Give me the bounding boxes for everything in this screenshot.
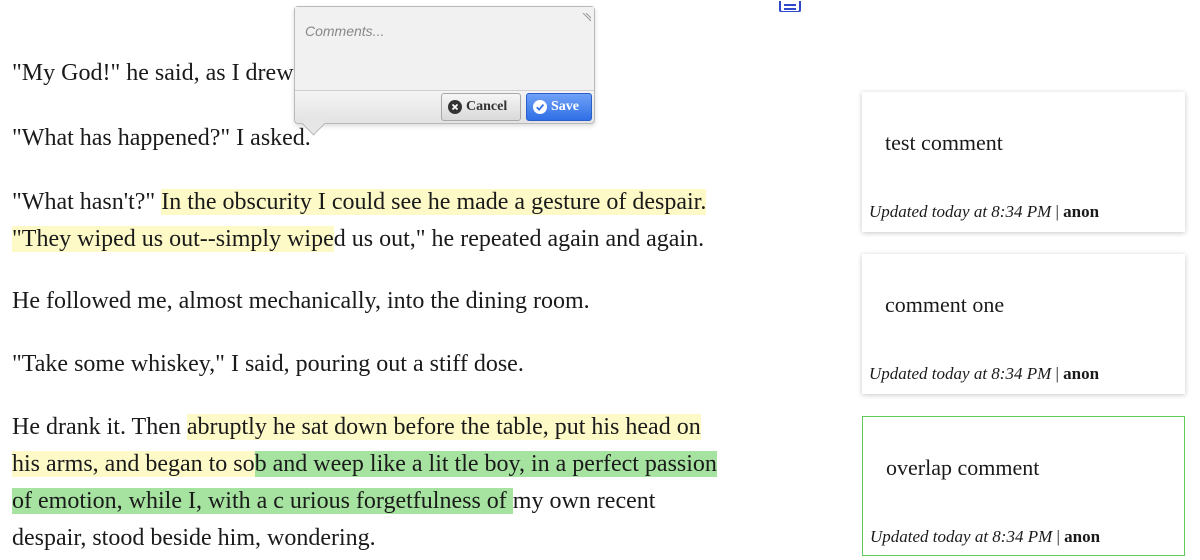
comment-timestamp: Updated today at 8:34 PM bbox=[869, 364, 1052, 383]
highlight-overlap[interactable]: b and weep like a lit tle boy, in a perf… bbox=[254, 451, 717, 477]
save-button[interactable]: Save bbox=[526, 93, 592, 121]
text-run: my own recent bbox=[512, 488, 656, 514]
comment-meta: Updated today at 8:34 PM | anon bbox=[869, 364, 1099, 384]
comment-author: anon bbox=[1063, 364, 1100, 383]
comment-text: overlap comment bbox=[886, 455, 1040, 480]
resize-grip-icon[interactable] bbox=[581, 10, 592, 22]
text-run: He followed me, almost mechanically, int… bbox=[12, 288, 590, 314]
document-icon[interactable] bbox=[779, 0, 801, 12]
text-run: "What has happened?" I asked. bbox=[12, 125, 311, 151]
meta-separator: | bbox=[1056, 527, 1060, 546]
comment-author: anon bbox=[1064, 527, 1101, 546]
meta-separator: | bbox=[1055, 202, 1059, 221]
meta-separator: | bbox=[1055, 364, 1059, 383]
comment-input[interactable] bbox=[295, 7, 594, 91]
cancel-label: Cancel bbox=[466, 99, 508, 114]
paragraph: He followed me, almost mechanically, int… bbox=[12, 283, 852, 320]
comment-card[interactable]: test comment Updated today at 8:34 PM | … bbox=[862, 92, 1185, 232]
text-run: "Take some whiskey," I said, pouring out… bbox=[12, 351, 524, 377]
comment-card[interactable]: comment one Updated today at 8:34 PM | a… bbox=[862, 254, 1185, 394]
text-run: "What hasn't?" bbox=[12, 189, 162, 215]
highlight[interactable]: "They wiped us out--simply wipe bbox=[12, 226, 334, 252]
save-label: Save bbox=[551, 99, 579, 114]
comment-text: comment one bbox=[885, 292, 1005, 317]
comment-card-active[interactable]: overlap comment Updated today at 8:34 PM… bbox=[862, 416, 1185, 556]
close-circle-icon bbox=[448, 100, 462, 114]
comment-timestamp: Updated today at 8:34 PM bbox=[869, 202, 1052, 221]
comment-editor-footer: Cancel Save bbox=[295, 91, 594, 123]
highlight[interactable]: abruptly he sat down before the table, p… bbox=[186, 414, 701, 440]
comment-meta: Updated today at 8:34 PM | anon bbox=[870, 527, 1100, 547]
cancel-button[interactable]: Cancel bbox=[441, 93, 521, 121]
comment-meta: Updated today at 8:34 PM | anon bbox=[869, 202, 1099, 222]
highlight-overlap[interactable]: of emotion, while I, with a c urious for… bbox=[12, 488, 513, 514]
comment-text: test comment bbox=[885, 130, 1003, 155]
highlight[interactable]: In the obscurity I could see he made a g… bbox=[161, 189, 707, 215]
paragraph: He drank it. Then abruptly he sat down b… bbox=[12, 409, 852, 557]
check-circle-icon bbox=[533, 100, 547, 114]
paragraph: "Take some whiskey," I said, pouring out… bbox=[12, 346, 852, 383]
text-run: despair, stood beside him, wondering. bbox=[12, 525, 376, 551]
paragraph: "What hasn't?" In the obscurity I could … bbox=[12, 184, 852, 258]
highlight[interactable]: his arms, and began to so bbox=[12, 451, 255, 477]
comment-timestamp: Updated today at 8:34 PM bbox=[870, 527, 1053, 546]
text-run: He drank it. Then bbox=[12, 414, 187, 440]
paragraph: "What has happened?" I asked. bbox=[12, 120, 852, 157]
comment-author: anon bbox=[1063, 202, 1100, 221]
text-run: d us out," he repeated again and again. bbox=[333, 226, 705, 252]
comment-editor: Cancel Save bbox=[294, 6, 595, 136]
